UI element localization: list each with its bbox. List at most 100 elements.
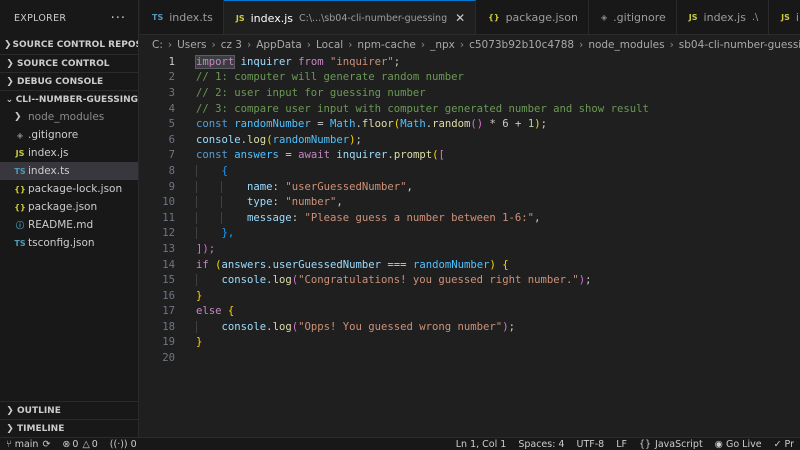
- section-source-control-repositories[interactable]: ❯ SOURCE CONTROL REPOSI...: [0, 36, 138, 54]
- breadcrumb-segment[interactable]: Local: [316, 39, 343, 51]
- chevron-right-icon: ›: [579, 39, 584, 51]
- more-actions-icon[interactable]: ···: [111, 11, 126, 26]
- operator: =: [285, 149, 292, 162]
- section-project[interactable]: ⌄ CLI--NUMBER-GUESSING: [0, 90, 138, 108]
- breadcrumb-segment[interactable]: C:: [152, 39, 163, 51]
- prettier-indicator[interactable]: ✓ Pr: [768, 439, 800, 450]
- code-line: 11 message: "Please guess a number betwe…: [140, 210, 800, 226]
- file-name: .gitignore: [28, 129, 79, 141]
- file-name: index.ts: [28, 165, 70, 177]
- identifier: randomNumber: [234, 118, 311, 131]
- language-mode[interactable]: {} JavaScript: [633, 439, 709, 450]
- end-of-line[interactable]: LF: [610, 439, 633, 450]
- file-name: tsconfig.json: [28, 237, 95, 249]
- chevron-right-icon: ›: [247, 39, 252, 51]
- tab-description: C:\...\sb04-cli-number-guessing: [299, 12, 448, 24]
- chevron-right-icon: ❯: [14, 112, 22, 122]
- operator: * 6 +: [489, 118, 522, 131]
- file-type-icon: JS: [781, 13, 790, 22]
- close-icon[interactable]: ✕: [455, 11, 465, 25]
- chevron-right-icon: ❯: [6, 405, 14, 416]
- breadcrumb-segment[interactable]: Users: [177, 39, 206, 51]
- punctuation: }: [196, 289, 203, 302]
- file-type-icon: ⓘ: [16, 220, 24, 230]
- line-number: 14: [162, 258, 175, 271]
- function-name: prompt: [393, 149, 433, 162]
- code-line: 16 }: [140, 288, 800, 304]
- file-item[interactable]: ◈ .gitignore: [0, 126, 138, 144]
- cursor-position[interactable]: Ln 1, Col 1: [450, 439, 513, 450]
- editor-tab[interactable]: JS index.js .\: [677, 0, 770, 34]
- broadcast-icon: ((·)): [109, 438, 128, 450]
- breadcrumb-segment[interactable]: _npx: [430, 39, 455, 51]
- indentation[interactable]: Spaces: 4: [512, 439, 570, 450]
- warning-icon: △: [82, 438, 90, 450]
- editor-tab[interactable]: {} package.json: [476, 0, 589, 34]
- ports-indicator[interactable]: ((·)) 0: [104, 439, 143, 450]
- operator: ===: [387, 258, 407, 271]
- folder-node-modules[interactable]: ❯ node_modules: [0, 108, 138, 126]
- folder-label: node_modules: [28, 111, 105, 123]
- file-type-icon: JS: [15, 148, 25, 158]
- section-timeline[interactable]: ❯ TIMELINE: [0, 419, 139, 437]
- punctuation: ]);: [196, 242, 216, 255]
- file-item[interactable]: TS index.ts: [0, 162, 138, 180]
- comment: // 2: user input for guessing number: [196, 86, 426, 99]
- file-type-icon: {}: [488, 13, 500, 22]
- editor-tab[interactable]: TS index.ts: [140, 0, 224, 34]
- tab-label: index.js: [250, 11, 293, 25]
- code-line: 8 {: [140, 163, 800, 179]
- breadcrumb-segment[interactable]: AppData: [256, 39, 302, 51]
- keyword-else: else: [196, 305, 222, 318]
- file-item[interactable]: {} package.json: [0, 198, 138, 216]
- editor-tab[interactable]: JS index.js C:\...\sb04-cli-number-guessin…: [223, 0, 477, 34]
- keyword-await: await: [298, 149, 330, 162]
- identifier: inquirer: [336, 149, 388, 162]
- punctuation: }: [196, 336, 203, 349]
- file-item[interactable]: {} package-lock.json: [0, 180, 138, 198]
- section-outline[interactable]: ❯ OUTLINE: [0, 401, 139, 419]
- property-key: message: [247, 211, 292, 224]
- branch-indicator[interactable]: ⑂ main ⟳: [0, 439, 56, 450]
- editor-tab[interactable]: ◈ .gitignore: [589, 0, 677, 34]
- chevron-right-icon: ›: [348, 39, 353, 51]
- file-item[interactable]: ⓘ README.md: [0, 216, 138, 234]
- breadcrumb-segment[interactable]: c5073b92b10c4788: [469, 39, 574, 51]
- editor-tab[interactable]: JS inde: [769, 0, 800, 34]
- sync-icon: ⟳: [42, 438, 51, 450]
- section-debug-console[interactable]: ❯ DEBUG CONSOLE: [0, 72, 138, 90]
- problems-indicator[interactable]: ⊗ 0 △ 0: [56, 439, 103, 450]
- code-line: 18 console.log("Opps! You guessed wrong …: [140, 319, 800, 335]
- punctuation: },: [221, 227, 235, 240]
- breadcrumb-segment[interactable]: sb04-cli-number-guessing: [679, 39, 800, 51]
- code-editor[interactable]: 1 import inquirer from "inquirer"; 2 // …: [140, 54, 800, 437]
- punctuation: ;: [393, 55, 401, 68]
- function-name: log: [272, 274, 292, 287]
- breadcrumb-segment[interactable]: cz 3: [221, 39, 242, 51]
- line-number: 7: [168, 149, 175, 162]
- line-number: 4: [168, 102, 175, 115]
- file-item[interactable]: JS index.js: [0, 144, 138, 162]
- code-line: 2 // 1: computer will generate random nu…: [140, 70, 800, 86]
- file-name: README.md: [28, 219, 94, 231]
- section-label: SOURCE CONTROL: [17, 58, 110, 69]
- explorer-header: EXPLORER ···: [0, 0, 138, 36]
- chevron-right-icon: ❯: [6, 423, 14, 434]
- editor-tabs: TS index.ts JS index.js C:\...\sb04-cli-numb…: [140, 0, 800, 35]
- code-line: 20: [140, 350, 800, 366]
- string-literal: "number": [285, 196, 337, 209]
- breadcrumb-segment[interactable]: node_modules: [588, 39, 664, 51]
- code-line: 9 name: "userGuessedNumber",: [140, 179, 800, 195]
- keyword-from: from: [298, 55, 324, 68]
- line-number: 10: [162, 196, 175, 209]
- section-source-control[interactable]: ❯ SOURCE CONTROL: [0, 54, 138, 72]
- file-item[interactable]: TS tsconfig.json: [0, 234, 138, 252]
- file-type-icon: JS: [688, 13, 698, 22]
- chevron-right-icon: ›: [306, 39, 311, 51]
- encoding[interactable]: UTF-8: [570, 439, 610, 450]
- breadcrumb-segment[interactable]: npm-cache: [357, 39, 415, 51]
- go-live-button[interactable]: ◉ Go Live: [709, 439, 768, 450]
- check-icon: ✓: [773, 438, 782, 450]
- line-number: 8: [168, 164, 175, 177]
- code-line: 13 ]);: [140, 241, 800, 257]
